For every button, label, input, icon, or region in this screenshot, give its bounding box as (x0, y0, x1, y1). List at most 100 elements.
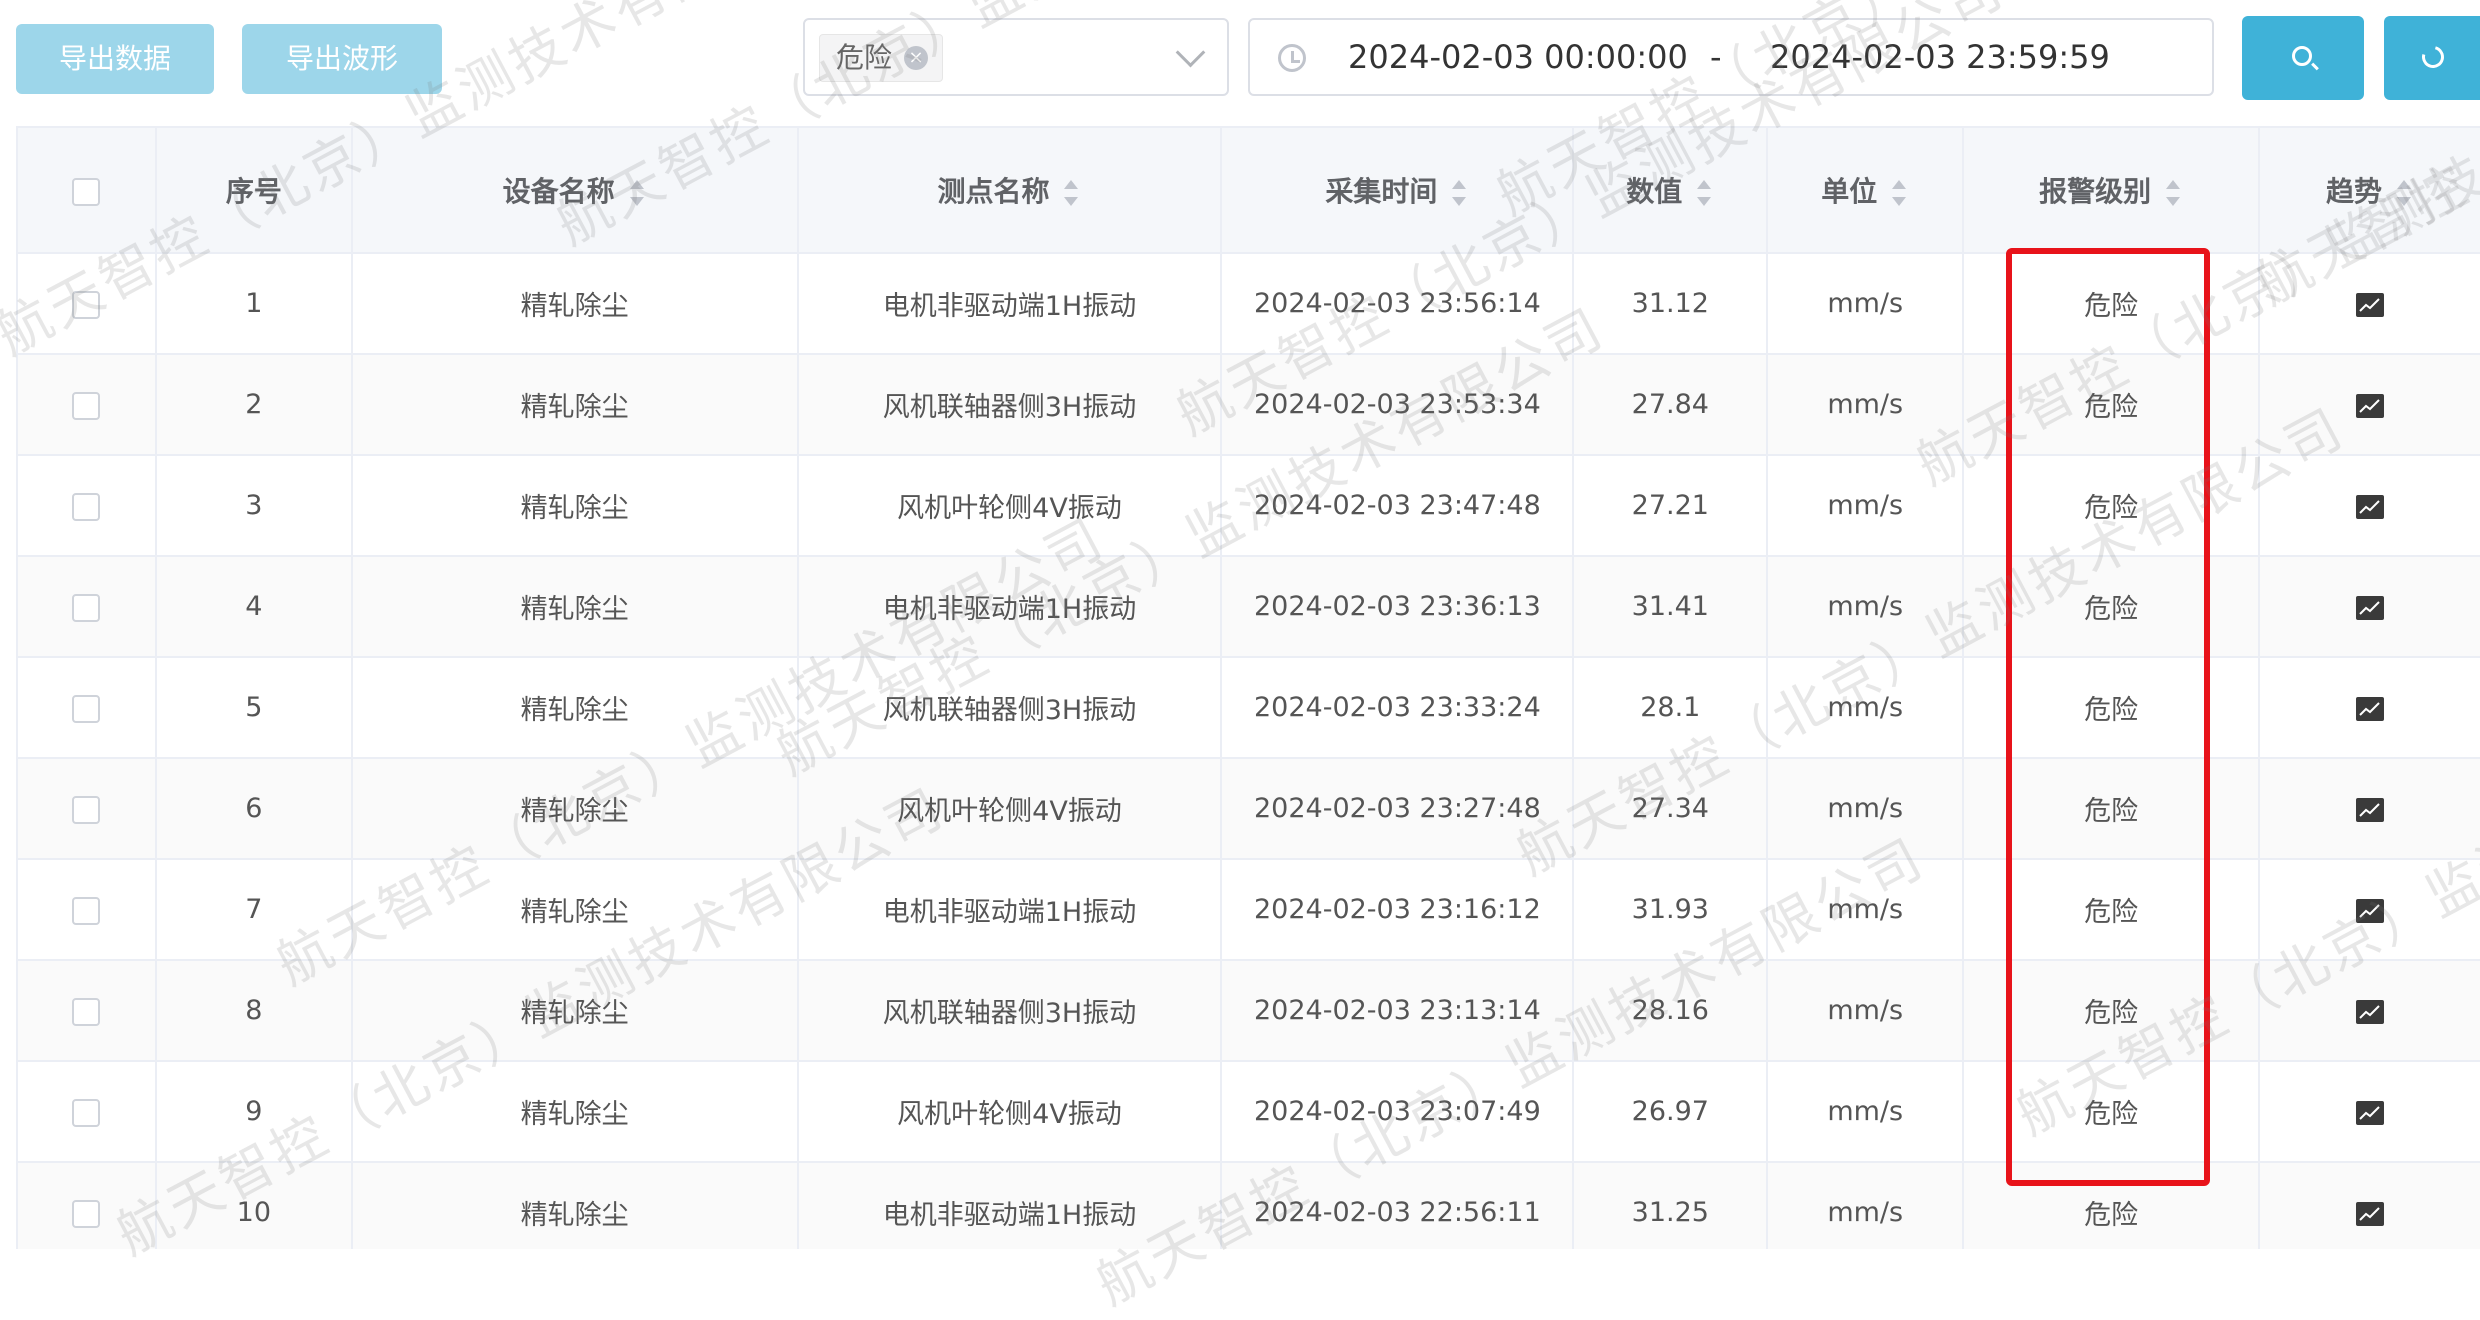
sort-icon[interactable] (627, 180, 647, 206)
row-checkbox-cell (18, 657, 157, 759)
row-device-name: 精轧除尘 (351, 1162, 799, 1249)
row-point-name: 电机非驱动端1H振动 (797, 859, 1223, 961)
sort-icon[interactable] (1694, 180, 1714, 206)
row-value: 31.93 (1573, 859, 1769, 961)
trend-chart-icon[interactable] (2356, 1100, 2385, 1125)
row-collect-time: 2024-02-03 23:13:14 (1221, 960, 1575, 1062)
row-point-name: 电机非驱动端1H振动 (797, 1162, 1223, 1249)
sort-icon[interactable] (1061, 180, 1081, 206)
sort-icon[interactable] (2163, 180, 2183, 206)
row-point-name: 风机联轴器侧3H振动 (797, 354, 1223, 456)
row-alarm-level: 危险 (1963, 354, 2261, 456)
row-checkbox[interactable] (72, 492, 101, 521)
row-device-name: 精轧除尘 (351, 1061, 799, 1163)
table-row[interactable]: 7 精轧除尘 电机非驱动端1H振动 2024-02-03 23:16:12 31.93 m… (18, 859, 2480, 961)
row-checkbox-cell (18, 859, 157, 961)
row-unit: mm/s (1767, 859, 1965, 961)
date-separator: - (1710, 38, 1722, 76)
row-unit: mm/s (1767, 657, 1965, 759)
row-point-name: 电机非驱动端1H振动 (797, 253, 1223, 355)
trend-chart-icon[interactable] (2356, 898, 2385, 923)
row-alarm-level: 危险 (1963, 1061, 2261, 1163)
row-point-name: 风机联轴器侧3H振动 (797, 960, 1223, 1062)
table-row[interactable]: 3 精轧除尘 风机叶轮侧4V振动 2024-02-03 23:47:48 27.21 mm… (18, 455, 2480, 557)
toolbar: 导出数据 导出波形 危险 × 2024-02-03 00:00:00 - 202… (0, 0, 2480, 120)
table-row[interactable]: 9 精轧除尘 风机叶轮侧4V振动 2024-02-03 23:07:49 26.97 mm… (18, 1061, 2480, 1163)
row-collect-time: 2024-02-03 23:27:48 (1221, 758, 1575, 860)
table-row[interactable]: 4 精轧除尘 电机非驱动端1H振动 2024-02-03 23:36:13 31.41 m… (18, 556, 2480, 658)
row-value: 27.34 (1573, 758, 1769, 860)
level-filter-tag: 危险 × (819, 34, 944, 82)
alarm-level-select[interactable]: 危险 × (803, 18, 1229, 96)
export-data-button[interactable]: 导出数据 (16, 24, 214, 94)
trend-chart-icon[interactable] (2356, 696, 2385, 721)
column-header-value[interactable]: 数值 (1573, 128, 1769, 254)
column-header-time[interactable]: 采集时间 (1221, 128, 1575, 254)
trend-chart-icon[interactable] (2356, 393, 2385, 418)
select-all-checkbox[interactable] (72, 177, 101, 206)
table-row[interactable]: 5 精轧除尘 风机联轴器侧3H振动 2024-02-03 23:33:24 28.1 mm… (18, 657, 2480, 759)
sort-icon[interactable] (2394, 180, 2414, 206)
row-checkbox-cell (18, 556, 157, 658)
column-header-point[interactable]: 测点名称 (797, 128, 1223, 254)
date-end-input[interactable]: 2024-02-03 23:59:59 (1770, 20, 2110, 94)
row-checkbox-cell (18, 455, 157, 557)
chevron-down-icon[interactable] (1175, 37, 1206, 68)
column-header-level[interactable]: 报警级别 (1963, 128, 2261, 254)
row-value: 26.97 (1573, 1061, 1769, 1163)
refresh-button[interactable] (2384, 16, 2480, 100)
row-unit: mm/s (1767, 758, 1965, 860)
row-unit: mm/s (1767, 1061, 1965, 1163)
row-collect-time: 2024-02-03 23:36:13 (1221, 556, 1575, 658)
trend-chart-icon[interactable] (2356, 797, 2385, 822)
alarm-table: 序号 设备名称 测点名称 采集时间 数值 单位 报警级别 趋势 1 精轧除尘 电机非… (16, 126, 2480, 1249)
trend-chart-icon[interactable] (2356, 494, 2385, 519)
trend-chart-icon[interactable] (2356, 1201, 2385, 1226)
row-collect-time: 2024-02-03 23:56:14 (1221, 253, 1575, 355)
column-header-unit[interactable]: 单位 (1767, 128, 1965, 254)
trend-chart-icon[interactable] (2356, 999, 2385, 1024)
row-checkbox[interactable] (72, 593, 101, 622)
date-start-input[interactable]: 2024-02-03 00:00:00 (1348, 20, 1688, 94)
table-row[interactable]: 2 精轧除尘 风机联轴器侧3H振动 2024-02-03 23:53:34 27.84 m… (18, 354, 2480, 456)
row-point-name: 风机叶轮侧4V振动 (797, 1061, 1223, 1163)
row-device-name: 精轧除尘 (351, 354, 799, 456)
row-checkbox-cell (18, 253, 157, 355)
date-range-picker[interactable]: 2024-02-03 00:00:00 - 2024-02-03 23:59:5… (1248, 18, 2214, 96)
column-header-device[interactable]: 设备名称 (351, 128, 799, 254)
search-button[interactable] (2242, 16, 2364, 100)
table-row[interactable]: 6 精轧除尘 风机叶轮侧4V振动 2024-02-03 23:27:48 27.34 mm… (18, 758, 2480, 860)
row-checkbox[interactable] (72, 391, 101, 420)
row-trend-cell (2259, 657, 2480, 759)
table-row[interactable]: 1 精轧除尘 电机非驱动端1H振动 2024-02-03 23:56:14 31.12 m… (18, 253, 2480, 355)
export-waveform-button[interactable]: 导出波形 (242, 24, 442, 94)
row-checkbox[interactable] (72, 997, 101, 1026)
row-unit: mm/s (1767, 253, 1965, 355)
column-header-trend[interactable]: 趋势 (2259, 128, 2480, 254)
trend-chart-icon[interactable] (2356, 292, 2385, 317)
row-value: 28.1 (1573, 657, 1769, 759)
sort-icon[interactable] (1889, 180, 1909, 206)
row-alarm-level: 危险 (1963, 1162, 2261, 1249)
row-point-name: 风机叶轮侧4V振动 (797, 455, 1223, 557)
table-row[interactable]: 10 精轧除尘 电机非驱动端1H振动 2024-02-03 22:56:11 31.25… (18, 1162, 2480, 1249)
row-trend-cell (2259, 253, 2480, 355)
row-index: 6 (155, 758, 353, 860)
row-checkbox[interactable] (72, 896, 101, 925)
trend-chart-icon[interactable] (2356, 595, 2385, 620)
row-checkbox[interactable] (72, 290, 101, 319)
row-device-name: 精轧除尘 (351, 960, 799, 1062)
row-alarm-level: 危险 (1963, 960, 2261, 1062)
table-row[interactable]: 8 精轧除尘 风机联轴器侧3H振动 2024-02-03 23:13:14 28.16 m… (18, 960, 2480, 1062)
row-checkbox[interactable] (72, 1098, 101, 1127)
row-checkbox[interactable] (72, 1199, 101, 1228)
sort-icon[interactable] (1449, 180, 1469, 206)
row-value: 27.84 (1573, 354, 1769, 456)
row-checkbox[interactable] (72, 795, 101, 824)
row-unit: mm/s (1767, 960, 1965, 1062)
tag-close-icon[interactable]: × (904, 46, 929, 70)
refresh-icon (2417, 41, 2449, 73)
row-checkbox[interactable] (72, 694, 101, 723)
row-point-name: 电机非驱动端1H振动 (797, 556, 1223, 658)
row-checkbox-cell (18, 1061, 157, 1163)
